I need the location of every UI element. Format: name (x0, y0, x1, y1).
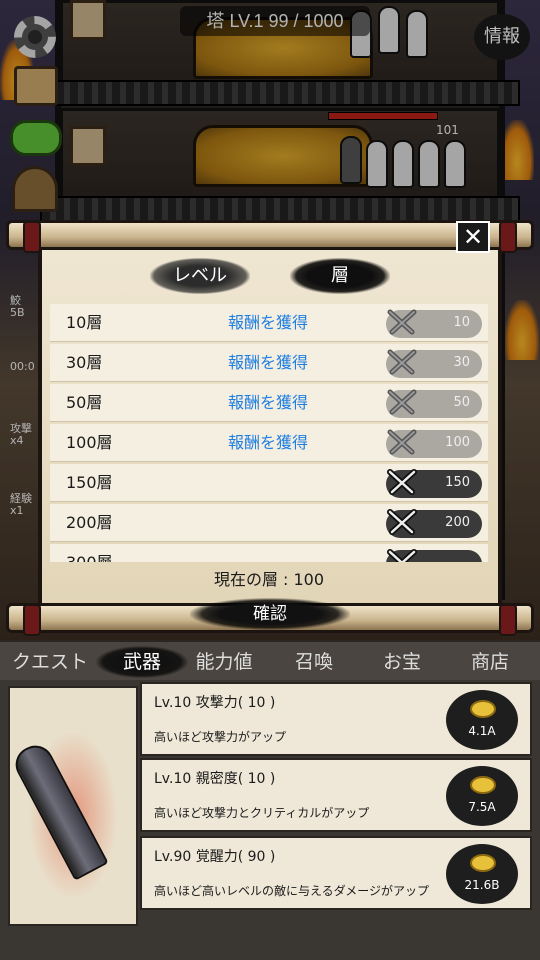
crossed-swords-icon (387, 469, 417, 495)
upgrade-buy-button[interactable]: 7.5A (446, 766, 518, 826)
confirm-button[interactable]: 確認 (190, 598, 350, 630)
floor-label: 300層 (66, 544, 113, 562)
upgrade-row-affinity: Lv.10 親密度( 10 ) 高いほど攻撃力とクリティカルがアップ 7.5A (140, 758, 532, 832)
tab-quest[interactable]: クエスト (4, 646, 96, 678)
reward-row: 200層 200 (50, 504, 488, 542)
reward-row: 50層 報酬を獲得 50 (50, 384, 488, 422)
upgrade-description: 高いほど攻撃力がアップ (154, 730, 287, 744)
upgrade-row-attack: Lv.10 攻撃力( 10 ) 高いほど攻撃力がアップ 4.1A (140, 682, 532, 756)
floor-label: 30層 (66, 353, 103, 372)
main-tab-bar: クエスト 武器 能力値 召喚 お宝 商店 (0, 640, 540, 680)
upgrade-cost: 4.1A (468, 724, 496, 738)
reward-row: 100層 報酬を獲得 100 (50, 424, 488, 462)
claim-reward-button[interactable]: 報酬を獲得 (170, 384, 366, 422)
floor-label: 200層 (66, 513, 113, 532)
claim-reward-button[interactable]: 報酬を獲得 (170, 304, 366, 342)
tab-weapon[interactable]: 武器 (96, 646, 188, 678)
reward-amount: 10 (453, 315, 470, 330)
scroll-top-rod (6, 220, 534, 253)
upgrade-buy-button[interactable]: 21.6B (446, 844, 518, 904)
floor-reward-list[interactable]: 10層 報酬を獲得 10 30層 報酬を獲得 30 50層 報酬を獲得 50 1… (50, 300, 488, 562)
upgrade-row-awakening: Lv.90 覚醒力( 90 ) 高いほど高いレベルの敵に与えるダメージがアップ … (140, 836, 532, 910)
claim-reward-button[interactable]: 報酬を獲得 (170, 424, 366, 462)
floor-label: 150層 (66, 473, 113, 492)
reward-amount: 150 (445, 475, 470, 490)
crossed-swords-icon (387, 429, 417, 455)
upgrade-description: 高いほど攻撃力とクリティカルがアップ (154, 806, 370, 820)
crossed-swords-icon (387, 309, 417, 335)
upgrade-cost: 7.5A (468, 800, 496, 814)
upgrade-title: Lv.10 親密度( 10 ) (154, 771, 276, 787)
crossed-swords-icon (387, 549, 417, 562)
upgrade-buy-button[interactable]: 4.1A (446, 690, 518, 750)
reward-row: 30層 報酬を獲得 30 (50, 344, 488, 382)
gold-coin-icon (470, 700, 496, 718)
close-button[interactable]: ✕ (456, 221, 490, 253)
tab-level[interactable]: レベル (150, 258, 250, 294)
reward-amount: 50 (453, 395, 470, 410)
tab-treasure[interactable]: お宝 (356, 646, 448, 678)
reward-row: 150層 150 (50, 464, 488, 502)
gold-coin-icon (470, 854, 496, 872)
upgrade-description: 高いほど高いレベルの敵に与えるダメージがアップ (154, 884, 430, 898)
upgrade-cost: 21.6B (464, 878, 500, 892)
crossed-swords-icon (387, 509, 417, 535)
tab-floor[interactable]: 層 (290, 258, 390, 294)
upgrade-title: Lv.10 攻撃力( 10 ) (154, 695, 276, 711)
upgrade-title: Lv.90 覚醒力( 90 ) (154, 849, 276, 865)
gold-coin-icon (470, 776, 496, 794)
claim-reward-button[interactable]: 報酬を獲得 (170, 344, 366, 382)
floor-label: 50層 (66, 393, 103, 412)
tab-shop[interactable]: 商店 (444, 646, 536, 678)
current-floor-text: 現在の層 : 100 (213, 570, 325, 589)
tab-stats[interactable]: 能力値 (178, 646, 270, 678)
reward-row: 300層 (50, 544, 488, 562)
reward-amount: 200 (445, 515, 470, 530)
reward-amount: 100 (445, 435, 470, 450)
crossed-swords-icon (387, 349, 417, 375)
reward-amount: 30 (453, 355, 470, 370)
floor-label: 10層 (66, 313, 103, 332)
crossed-swords-icon (387, 389, 417, 415)
tab-summon[interactable]: 召喚 (268, 646, 360, 678)
floor-label: 100層 (66, 433, 113, 452)
reward-row: 10層 報酬を獲得 10 (50, 304, 488, 342)
